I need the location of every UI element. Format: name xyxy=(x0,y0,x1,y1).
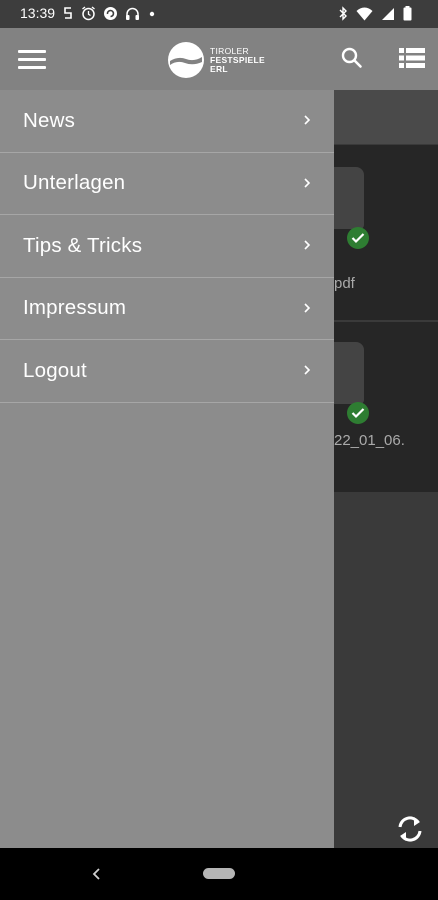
file-list-background: pdf 22_01_06. xyxy=(334,90,438,810)
downloaded-check-icon xyxy=(347,227,369,249)
file-name: pdf xyxy=(334,275,355,292)
logo-text: TIROLER FESTSPIELE ERL xyxy=(210,46,265,74)
alarm-icon xyxy=(82,5,95,20)
sync-icon xyxy=(104,6,118,20)
system-nav-bar xyxy=(0,848,438,900)
chevron-right-icon xyxy=(304,177,311,188)
dot-icon xyxy=(149,11,155,16)
drawer-item-label: Tips & Tricks xyxy=(23,233,143,257)
drawer-item-impressum[interactable]: Impressum xyxy=(0,278,334,340)
file-card[interactable]: 22_01_06. xyxy=(334,322,438,492)
list-view-icon[interactable] xyxy=(398,46,426,70)
drawer-item-label: Unterlagen xyxy=(23,171,126,195)
home-pill[interactable] xyxy=(203,868,235,879)
search-icon[interactable] xyxy=(340,46,364,70)
app-logo[interactable]: TIROLER FESTSPIELE ERL xyxy=(168,40,278,80)
drawer-item-label: Logout xyxy=(23,358,87,382)
back-icon[interactable] xyxy=(90,865,104,883)
drawer-item-news[interactable]: News xyxy=(0,90,334,153)
s-notification-icon xyxy=(64,6,72,19)
signal-icon xyxy=(382,7,394,20)
status-bar: 13:39 xyxy=(0,0,438,28)
app-bar: TIROLER FESTSPIELE ERL xyxy=(0,28,438,90)
drawer-item-label: News xyxy=(23,108,76,132)
bluetooth-icon xyxy=(339,6,347,21)
menu-icon[interactable] xyxy=(18,50,46,70)
file-list-header xyxy=(334,90,438,144)
chevron-right-icon xyxy=(304,365,311,375)
document-icon xyxy=(334,342,364,404)
file-name: 22_01_06. xyxy=(334,432,405,449)
chevron-right-icon xyxy=(304,302,311,313)
document-icon xyxy=(334,167,364,229)
battery-icon xyxy=(403,6,412,21)
logo-emblem xyxy=(168,42,204,78)
refresh-icon[interactable] xyxy=(394,814,426,844)
chevron-right-icon xyxy=(304,115,311,125)
downloaded-check-icon xyxy=(347,402,369,424)
file-card[interactable]: pdf xyxy=(334,145,438,320)
drawer-item-unterlagen[interactable]: Unterlagen xyxy=(0,153,334,215)
wifi-icon xyxy=(356,7,373,20)
headphones-icon xyxy=(126,7,140,20)
drawer-item-tips-tricks[interactable]: Tips & Tricks xyxy=(0,215,334,278)
drawer-item-label: Impressum xyxy=(23,296,127,320)
chevron-right-icon xyxy=(304,240,311,250)
status-time: 13:39 xyxy=(20,5,56,21)
drawer-item-logout[interactable]: Logout xyxy=(0,340,334,403)
navigation-drawer: News Unterlagen Tips & Tricks Impressum … xyxy=(0,90,334,848)
logo-line-3: ERL xyxy=(210,63,228,74)
